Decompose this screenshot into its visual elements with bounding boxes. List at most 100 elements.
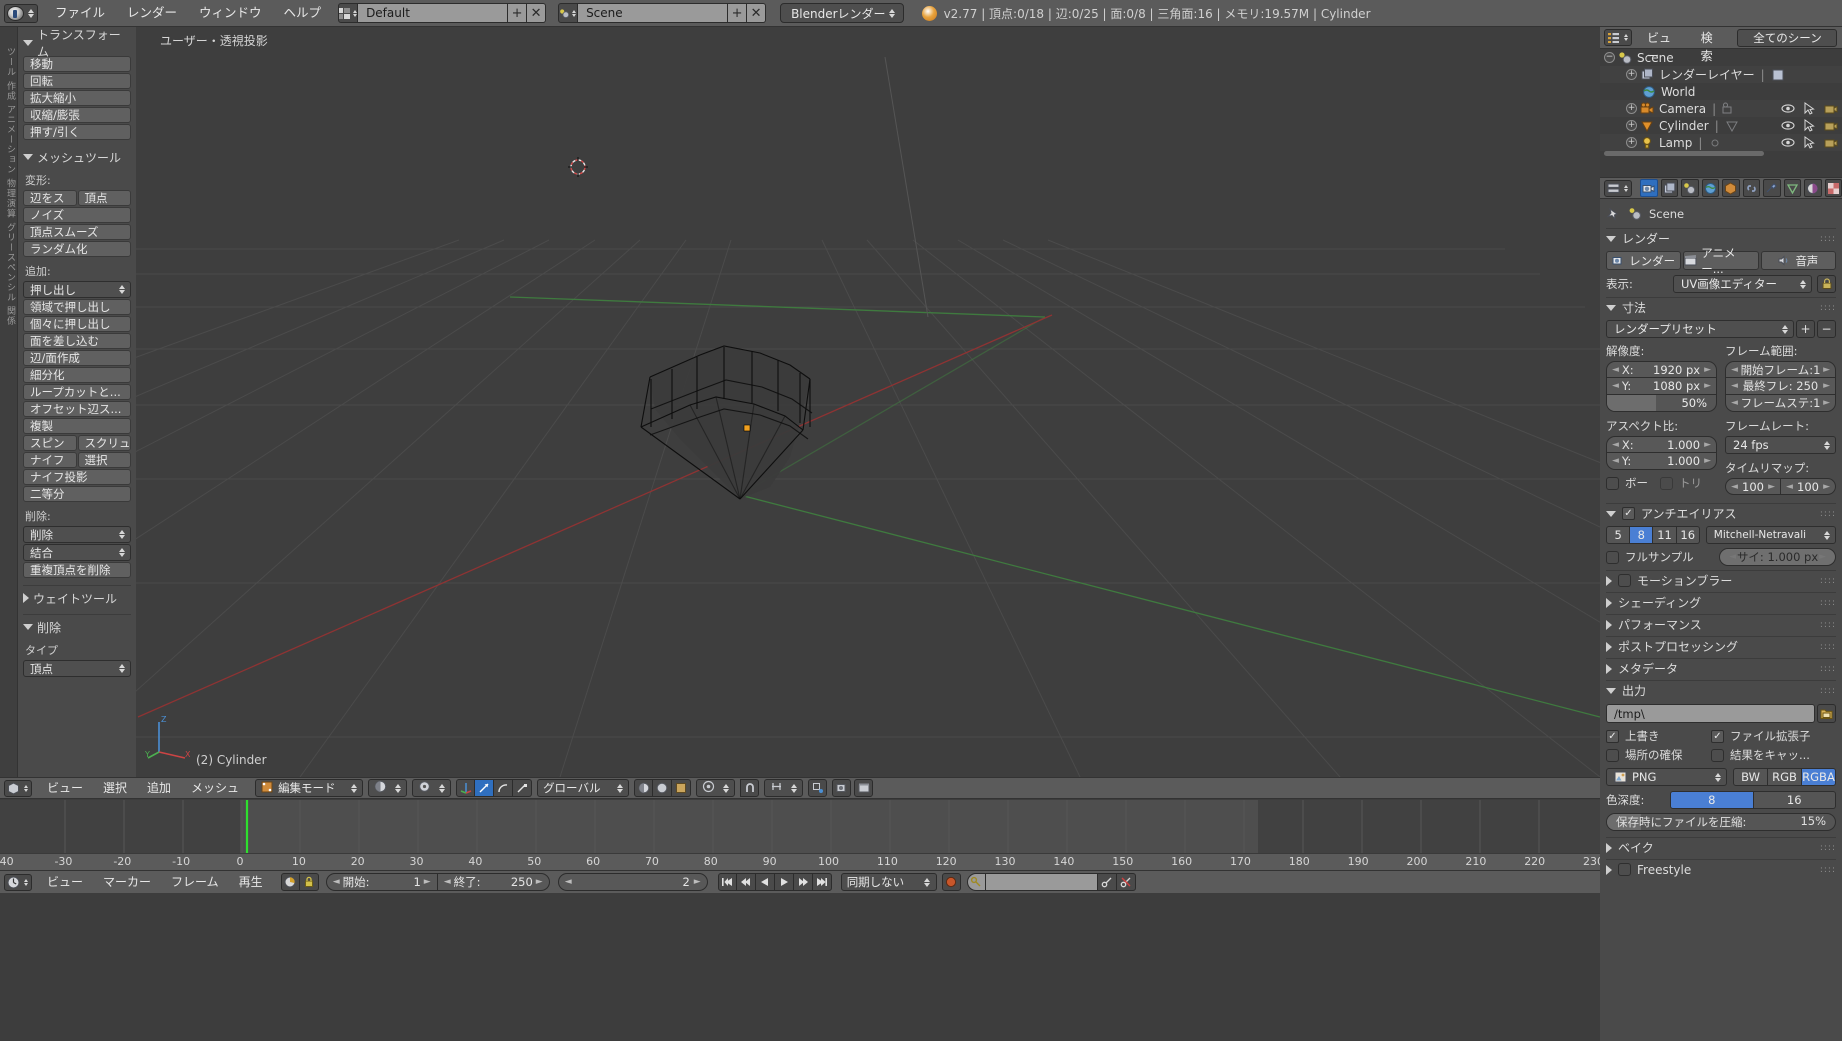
menu-render[interactable]: レンダー <box>116 1 188 25</box>
render-image-button[interactable]: レンダー <box>1606 251 1682 270</box>
increment-arrow-icon[interactable]: ► <box>1823 482 1830 492</box>
screen-layout-icon[interactable] <box>338 3 359 23</box>
cursor-arrow-icon[interactable] <box>1804 102 1815 115</box>
menu-file[interactable]: ファイル <box>44 1 116 25</box>
increment-arrow-icon[interactable]: ► <box>424 877 431 887</box>
frame-step-field[interactable]: ◄ フレームステ:1 ► <box>1725 395 1836 412</box>
tool-delete-dropdown[interactable]: 削除 <box>23 526 131 543</box>
tool-loopcut[interactable]: ループカットと... <box>23 384 131 400</box>
file-extensions-checkbox[interactable]: ✓ <box>1711 729 1724 743</box>
tool-merge-dropdown[interactable]: 結合 <box>23 544 131 561</box>
tool-shrink-edge[interactable]: 辺をス <box>23 190 77 206</box>
drag-dots-icon[interactable]: :::: <box>1820 598 1836 608</box>
interaction-mode-dropdown[interactable]: 編集モード <box>255 779 364 797</box>
play-icon[interactable] <box>774 873 794 891</box>
increment-arrow-icon[interactable]: ► <box>536 877 543 887</box>
section-header-postprocessing[interactable]: ポストプロセッシング :::: <box>1606 636 1836 655</box>
drag-dots-icon[interactable]: :::: <box>1820 576 1836 586</box>
screen-layout-add-button[interactable]: + <box>508 3 528 23</box>
properties-tab-renderlayers[interactable] <box>1660 179 1678 197</box>
limit-selection-icon[interactable] <box>634 779 654 797</box>
vp-menu-add[interactable]: 追加 <box>137 779 181 797</box>
aa-size-field[interactable]: ◄ サイ: 1.000 px ► <box>1719 548 1836 566</box>
render-engine-dropdown[interactable]: Blenderレンダー <box>780 3 904 23</box>
increment-arrow-icon[interactable]: ► <box>1823 381 1830 391</box>
opengl-render-icon[interactable] <box>832 779 852 797</box>
scene-remove-button[interactable]: ✕ <box>747 3 767 23</box>
increment-arrow-icon[interactable]: ► <box>694 877 701 887</box>
section-header-motionblur[interactable]: モーションブラー :::: <box>1606 570 1836 589</box>
drag-dots-icon[interactable]: :::: <box>1820 509 1836 519</box>
expand-toggle-icon[interactable]: + <box>1626 137 1637 148</box>
tool-vertex[interactable]: 頂点 <box>77 190 131 206</box>
outliner-row-lamp[interactable]: + Lamp | <box>1600 134 1842 151</box>
decrement-arrow-icon[interactable]: ◄ <box>1729 552 1736 562</box>
decrement-arrow-icon[interactable]: ◄ <box>1612 381 1619 391</box>
placeholders-checkbox[interactable] <box>1606 748 1619 762</box>
opengl-render-anim-icon[interactable] <box>854 779 874 797</box>
3d-viewport[interactable]: ユーザー・透視投影 (2) Cylinder Z X Y <box>0 27 1600 777</box>
increment-arrow-icon[interactable]: ► <box>1768 482 1775 492</box>
properties-tab-material[interactable] <box>1804 179 1822 197</box>
cache-result-checkbox[interactable] <box>1711 748 1724 762</box>
toolshelf-tab-strip[interactable]: ツール 作成 アニメーション 物理演算 グリースペンシル 関係 <box>0 27 18 777</box>
output-format-dropdown[interactable]: PNG <box>1606 768 1728 786</box>
tool-knife-project[interactable]: ナイフ投影 <box>23 469 131 485</box>
outliner-scrollbar[interactable] <box>1604 151 1764 156</box>
timeremap-old-field[interactable]: ◄ 100 ► <box>1725 478 1781 495</box>
drag-dots-icon[interactable]: :::: <box>1820 865 1836 875</box>
tool-randomize[interactable]: ランダム化 <box>23 241 131 257</box>
tool-knife-select[interactable]: 選択 <box>77 452 131 468</box>
increment-arrow-icon[interactable]: ► <box>1819 552 1826 562</box>
properties-tab-render[interactable] <box>1640 179 1658 197</box>
toolshelf-panel[interactable]: トランスフォーム 移動 回転 拡大縮小 収縮/膨張 押す/引く メッシュツール … <box>18 27 136 777</box>
drag-dots-icon[interactable]: :::: <box>1820 686 1836 696</box>
transform-orientation-dropdown[interactable]: グローバル <box>537 779 630 797</box>
outliner-row-cylinder[interactable]: + Cylinder | <box>1600 117 1842 134</box>
render-animation-button[interactable]: アニメー... <box>1683 246 1759 276</box>
frame-start-field[interactable]: ◄ 開始フレーム:1 ► <box>1725 361 1836 378</box>
pivot-point-dropdown[interactable] <box>412 779 452 797</box>
aa-sample-16[interactable]: 16 <box>1676 526 1700 544</box>
freestyle-checkbox[interactable] <box>1618 863 1631 876</box>
outliner-tree[interactable]: − Scene + レンダーレイヤー | World + Camera | + … <box>1600 49 1842 159</box>
camera-render-icon[interactable] <box>1824 120 1838 132</box>
properties-tab-object[interactable] <box>1722 179 1740 197</box>
drag-dots-icon[interactable]: :::: <box>1820 234 1836 244</box>
screen-layout-remove-button[interactable]: ✕ <box>527 3 547 23</box>
aa-sample-8[interactable]: 8 <box>1630 526 1654 544</box>
expand-toggle-icon[interactable]: + <box>1626 120 1637 131</box>
section-header-bake[interactable]: ベイク :::: <box>1606 837 1836 856</box>
expand-toggle-icon[interactable]: + <box>1626 103 1637 114</box>
cylinder-mesh-object[interactable] <box>0 27 1600 777</box>
increment-arrow-icon[interactable]: ► <box>1704 456 1711 466</box>
section-header-antialiasing[interactable]: ✓ アンチエイリアス :::: <box>1606 503 1836 522</box>
occlude-geometry-icon[interactable] <box>653 779 673 797</box>
tool-push-pull[interactable]: 押す/引く <box>23 124 131 140</box>
aspect-y-field[interactable]: ◄ Y: 1.000 ► <box>1606 453 1717 470</box>
mesh-data-icon[interactable] <box>1725 119 1739 133</box>
eye-icon[interactable] <box>1781 103 1795 114</box>
resolution-x-field[interactable]: ◄ X: 1920 px ► <box>1606 361 1717 378</box>
tool-rotate[interactable]: 回転 <box>23 73 131 89</box>
tool-extrude-region[interactable]: 領域で押し出し <box>23 299 131 315</box>
timeremap-new-field[interactable]: ◄ 100 ► <box>1781 478 1836 495</box>
vp-menu-mesh[interactable]: メッシュ <box>181 779 249 797</box>
scene-name[interactable]: Scene <box>578 3 729 23</box>
scene-icon[interactable] <box>558 3 579 23</box>
aa-sample-5[interactable]: 5 <box>1606 526 1631 544</box>
camera-data-icon[interactable] <box>1722 102 1736 116</box>
keying-set-field[interactable] <box>985 873 1098 891</box>
sync-mode-dropdown[interactable]: 同期しない <box>840 873 937 891</box>
panel-header-meshtools[interactable]: メッシュツール <box>23 148 131 166</box>
panel-header-weighttools[interactable]: ウェイトツール <box>23 589 131 607</box>
menu-window[interactable]: ウィンドウ <box>188 1 273 25</box>
tl-menu-frame[interactable]: フレーム <box>161 873 229 891</box>
timeline-ruler[interactable]: -50-40-30-20-100102030405060708090100110… <box>0 853 1839 870</box>
properties-editor[interactable]: Scene レンダー :::: レンダー アニメー... 音声 表示: UV画像… <box>1600 177 1842 1041</box>
camera-render-icon[interactable] <box>1824 103 1838 115</box>
border-checkbox[interactable] <box>1606 476 1619 490</box>
ol-menu-view[interactable]: ビュー <box>1637 29 1691 63</box>
collapse-toggle-icon[interactable]: − <box>1604 52 1615 63</box>
drag-dots-icon[interactable]: :::: <box>1820 620 1836 630</box>
